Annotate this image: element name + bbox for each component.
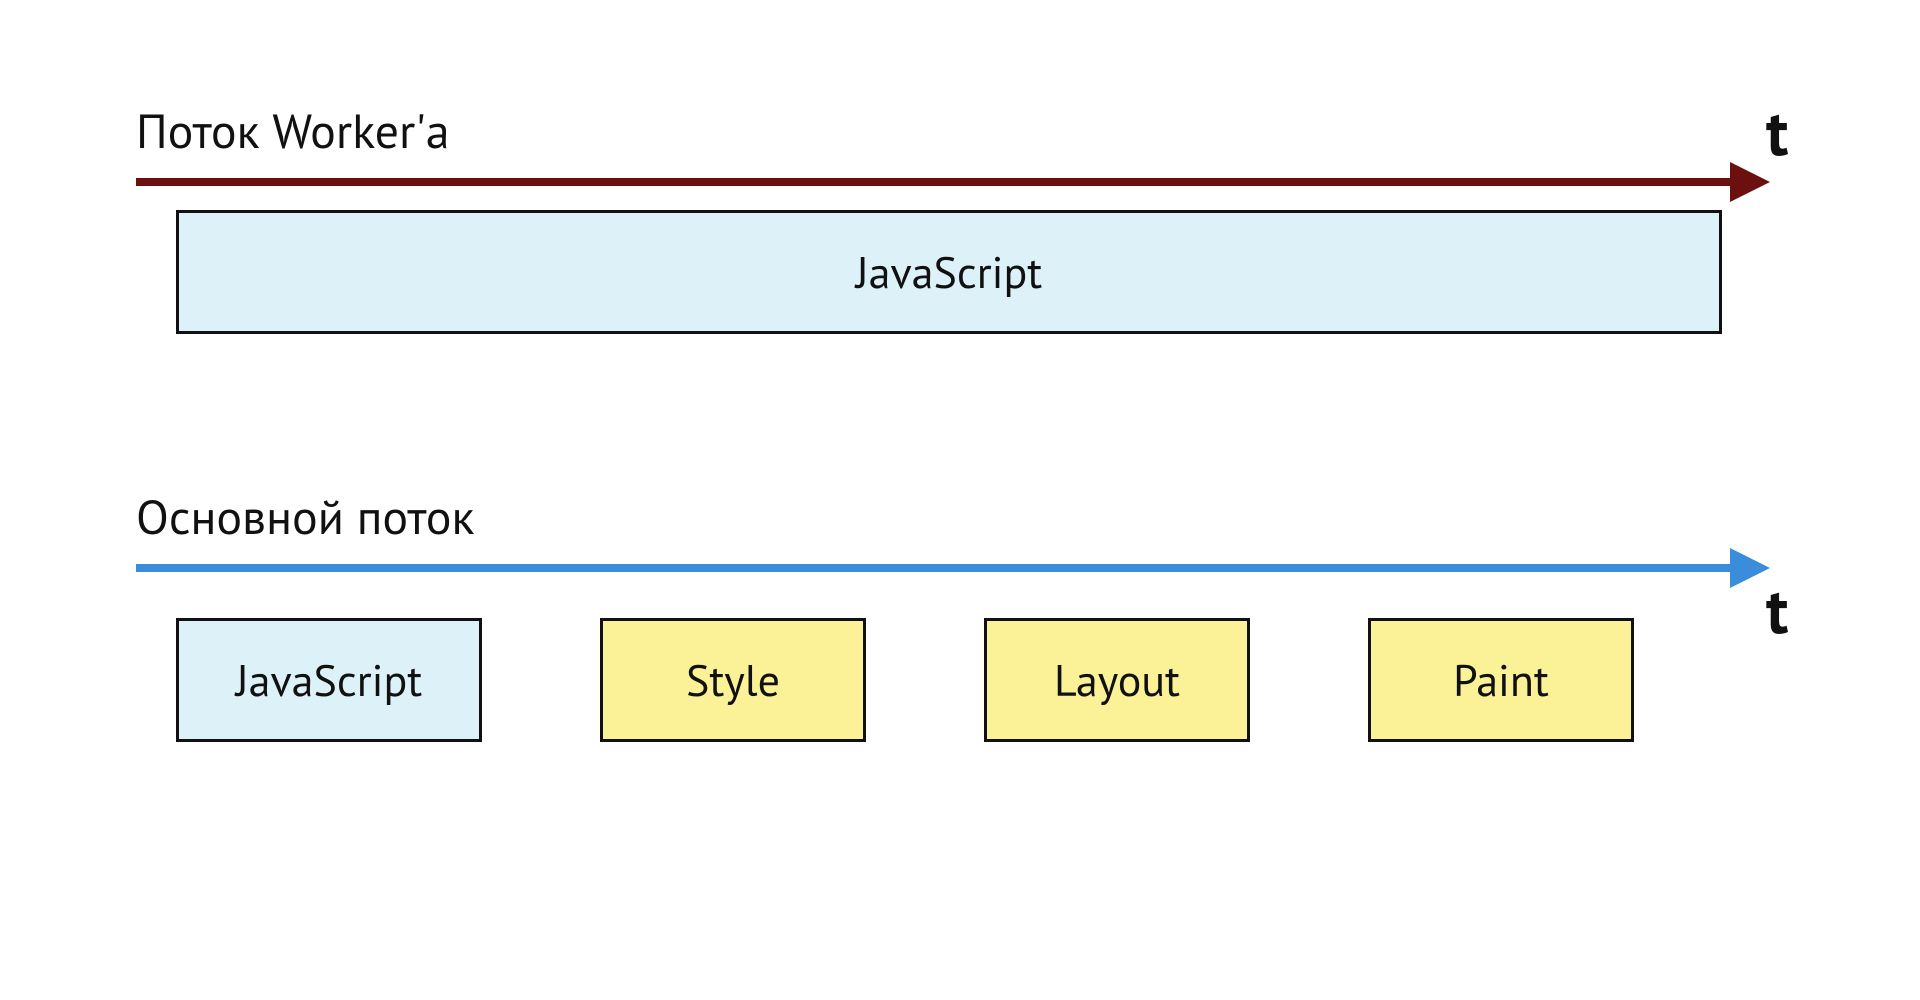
main-thread-title: Основной поток [136,486,474,548]
worker-time-arrow-head [1730,162,1770,202]
main-time-arrow-head [1730,548,1770,588]
worker-time-axis-label: t [1766,90,1788,173]
main-block-js: JavaScript [176,618,482,742]
worker-thread-title: Поток Worker'а [136,100,450,162]
worker-js-block-label: JavaScript [856,244,1042,301]
worker-time-arrow-line [136,178,1730,186]
main-block-js-label: JavaScript [236,652,422,709]
main-block-layout: Layout [984,618,1250,742]
main-block-style: Style [600,618,866,742]
main-time-arrow-line [136,564,1730,572]
main-block-style-label: Style [686,652,780,709]
main-block-paint: Paint [1368,618,1634,742]
worker-js-block: JavaScript [176,210,1722,334]
main-time-axis-label: t [1766,568,1788,651]
main-block-layout-label: Layout [1054,652,1180,709]
main-block-paint-label: Paint [1453,652,1549,709]
